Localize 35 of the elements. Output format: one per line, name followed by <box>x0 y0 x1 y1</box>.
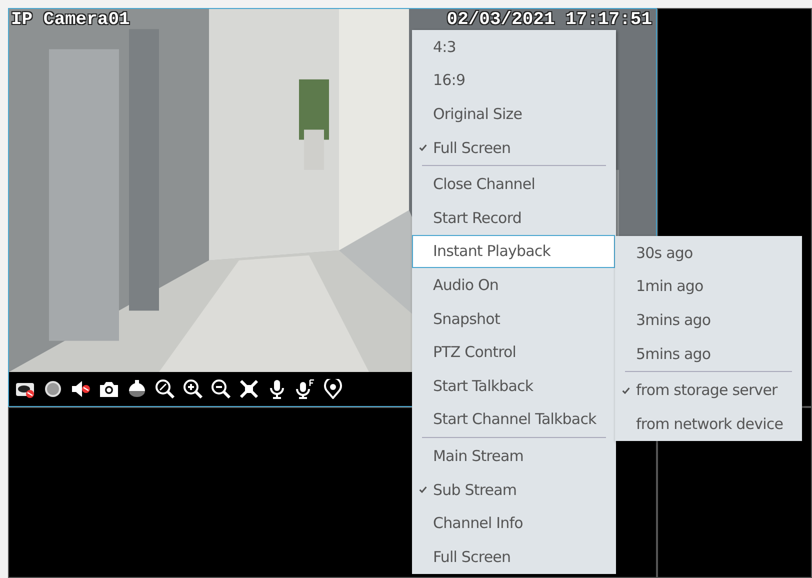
menu-item[interactable]: Sub Stream <box>412 472 616 506</box>
menu-item[interactable]: Main Stream <box>412 439 616 473</box>
menu-item[interactable]: Close Channel <box>412 167 616 201</box>
location-pin-icon[interactable] <box>323 379 343 399</box>
mute-icon[interactable] <box>71 379 91 399</box>
menu-item[interactable]: 1min ago <box>615 270 802 304</box>
menu-item[interactable]: Start Record <box>412 200 616 235</box>
menu-item[interactable]: Original Size <box>412 97 616 131</box>
camera-icon[interactable] <box>99 379 119 399</box>
menu-item[interactable]: from storage server <box>615 373 802 407</box>
menu-item[interactable]: Instant Playback <box>412 234 615 268</box>
menu-item[interactable]: Full Screen <box>412 130 616 164</box>
menu-item[interactable]: PTZ Control <box>412 335 616 369</box>
menu-item[interactable]: Snapshot <box>412 302 616 336</box>
zoom-out-icon[interactable] <box>211 379 231 399</box>
fit-screen-icon[interactable] <box>239 379 259 399</box>
menu-item[interactable]: Full Screen <box>412 540 616 574</box>
menu-item[interactable]: 4:3 <box>412 30 616 64</box>
dome-camera-icon[interactable] <box>127 379 147 399</box>
microphone-icon[interactable] <box>267 379 287 399</box>
zoom-in-icon[interactable] <box>183 379 203 399</box>
menu-item[interactable]: 16:9 <box>412 64 616 98</box>
menu-item[interactable]: 5mins ago <box>615 336 802 370</box>
timestamp: 02/03/2021 17:17:51 <box>446 10 652 30</box>
camera-name: IP Camera01 <box>11 10 130 30</box>
record-icon[interactable] <box>43 379 63 399</box>
menu-item[interactable]: Channel Info <box>412 506 616 540</box>
menu-item[interactable]: 3mins ago <box>615 303 802 337</box>
menu-item[interactable]: Audio On <box>412 268 616 302</box>
microphone-flag-icon[interactable] <box>295 379 315 399</box>
zoom-reset-icon[interactable] <box>155 379 175 399</box>
menu-item[interactable]: from network device <box>615 406 802 441</box>
menu-item[interactable]: Start Channel Talkback <box>412 402 616 436</box>
menu-item[interactable]: Start Talkback <box>412 368 616 403</box>
menu-item[interactable]: 30s ago <box>615 236 802 270</box>
